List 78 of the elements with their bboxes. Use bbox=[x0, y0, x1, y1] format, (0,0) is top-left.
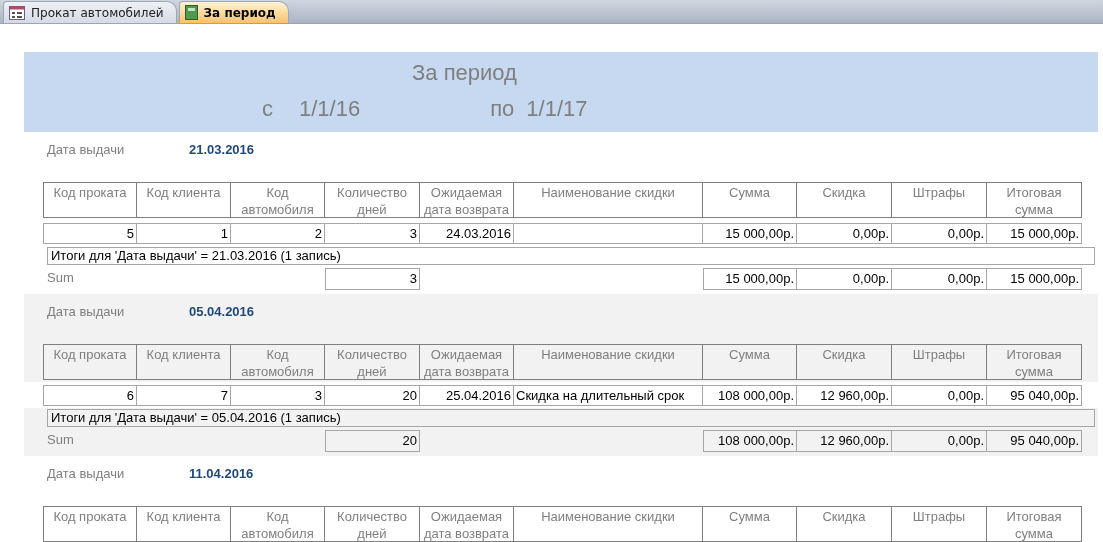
table-cell: 5 bbox=[43, 223, 137, 244]
column-header: Штрафы bbox=[892, 344, 987, 380]
column-header: Ожидаемая дата возврата bbox=[420, 344, 514, 380]
sum-cell: 0,00р. bbox=[892, 430, 987, 452]
column-header: Скидка bbox=[797, 182, 892, 218]
field-label: Дата выдачи bbox=[47, 142, 126, 158]
group-date: 05.04.2016 bbox=[189, 304, 255, 320]
sum-cell: 20 bbox=[325, 430, 420, 452]
group-date: 21.03.2016 bbox=[189, 142, 255, 158]
table-cell: 15 000,00р. bbox=[987, 223, 1082, 244]
group-date: 11.04.2016 bbox=[189, 466, 254, 482]
column-header: Количество дней bbox=[325, 506, 420, 542]
table-cell: 0,00р. bbox=[892, 223, 987, 244]
column-header: Штрафы bbox=[892, 182, 987, 218]
report-title: За период bbox=[412, 59, 517, 87]
sum-cell: 12 960,00р. bbox=[797, 430, 892, 452]
column-header: Итоговая сумма bbox=[987, 182, 1082, 218]
column-header: Код автомобиля bbox=[231, 506, 325, 542]
column-header: Итоговая сумма bbox=[987, 344, 1082, 380]
column-header: Количество дней bbox=[325, 182, 420, 218]
table-cell: 12 960,00р. bbox=[797, 385, 892, 406]
column-header: Скидка bbox=[797, 506, 892, 542]
from-date: 1/1/16 bbox=[299, 95, 361, 123]
column-header: Итоговая сумма bbox=[987, 506, 1082, 542]
table-cell: Скидка на длительный срок bbox=[514, 385, 703, 406]
column-header: Штрафы bbox=[892, 506, 987, 542]
sum-cell: 108 000,00р. bbox=[703, 430, 797, 452]
table-cell: 95 040,00р. bbox=[987, 385, 1082, 406]
table-cell: 3 bbox=[325, 223, 420, 244]
column-header: Количество дней bbox=[325, 344, 420, 380]
column-header: Сумма bbox=[703, 506, 797, 542]
column-header: Код клиента bbox=[137, 344, 231, 380]
column-header: Сумма bbox=[703, 182, 797, 218]
column-header: Наименование скидки bbox=[514, 182, 703, 218]
column-header: Код клиента bbox=[137, 506, 231, 542]
column-header: Наименование скидки bbox=[514, 506, 703, 542]
sum-cell: 0,00р. bbox=[797, 268, 892, 290]
table-cell: 24.03.2016 bbox=[420, 223, 514, 244]
table-cell: 1 bbox=[137, 223, 231, 244]
to-date: 1/1/17 bbox=[526, 95, 588, 123]
from-label: с bbox=[262, 95, 273, 123]
report-icon bbox=[184, 5, 198, 20]
table-cell: 20 bbox=[325, 385, 420, 406]
sum-label: Sum bbox=[46, 269, 75, 287]
table-cell: 15 000,00р. bbox=[703, 223, 797, 244]
to-label: по bbox=[490, 95, 515, 123]
table-cell: 7 bbox=[137, 385, 231, 406]
tab[interactable]: За период bbox=[178, 1, 289, 23]
sum-cell: 95 040,00р. bbox=[987, 430, 1082, 452]
column-header: Ожидаемая дата возврата bbox=[420, 506, 514, 542]
table-cell: 0,00р. bbox=[892, 385, 987, 406]
group-summary-text: Итоги для 'Дата выдачи' = 05.04.2016 (1 запись) bbox=[47, 409, 1095, 427]
column-header: Код автомобиля bbox=[231, 182, 325, 218]
column-header: Скидка bbox=[797, 344, 892, 380]
column-header: Код автомобиля bbox=[231, 344, 325, 380]
column-header: Код проката bbox=[43, 182, 137, 218]
field-label: Дата выдачи bbox=[47, 466, 126, 482]
sum-cell: 15 000,00р. bbox=[987, 268, 1082, 290]
table-cell: 25.04.2016 bbox=[420, 385, 514, 406]
table-cell: 3 bbox=[231, 385, 325, 406]
group-summary-text: Итоги для 'Дата выдачи' = 21.03.2016 (1 запись) bbox=[47, 247, 1095, 265]
tab[interactable]: Прокат автомобилей bbox=[3, 1, 177, 23]
sum-cell: 15 000,00р. bbox=[703, 268, 797, 290]
column-header: Сумма bbox=[703, 344, 797, 380]
column-header: Код клиента bbox=[137, 182, 231, 218]
table-cell: 108 000,00р. bbox=[703, 385, 797, 406]
sum-cell: 3 bbox=[325, 268, 420, 290]
table-cell: 6 bbox=[43, 385, 137, 406]
form-icon bbox=[9, 5, 25, 20]
sum-cell: 0,00р. bbox=[892, 268, 987, 290]
sum-label: Sum bbox=[46, 431, 75, 449]
table-cell: 2 bbox=[231, 223, 325, 244]
field-label: Дата выдачи bbox=[47, 304, 126, 320]
column-header: Код проката bbox=[43, 506, 137, 542]
column-header: Наименование скидки bbox=[514, 344, 703, 380]
column-header: Ожидаемая дата возврата bbox=[420, 182, 514, 218]
table-cell: 0,00р. bbox=[797, 223, 892, 244]
column-header: Код проката bbox=[43, 344, 137, 380]
